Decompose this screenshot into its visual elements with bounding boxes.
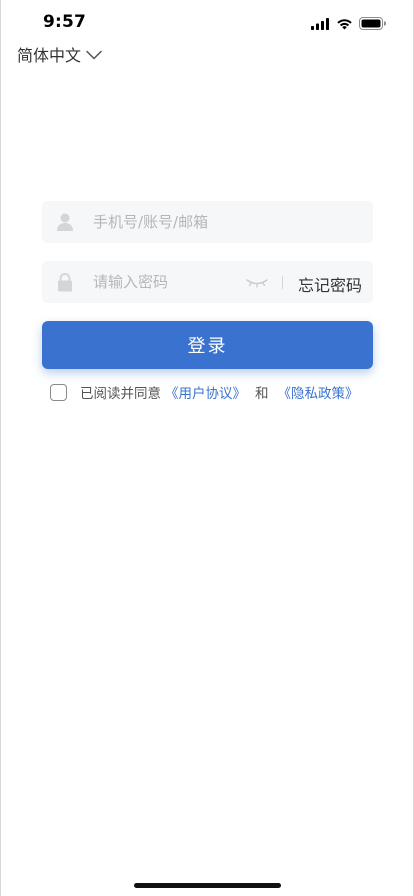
user-agreement-link[interactable]: 《用户协议》 xyxy=(165,382,246,402)
frame-edge-left xyxy=(0,0,1,896)
status-time: 9:57 xyxy=(43,12,87,32)
forgot-password-link[interactable]: 忘记密码 xyxy=(298,272,362,296)
agreement-checkbox[interactable] xyxy=(50,383,67,401)
account-field xyxy=(42,201,373,243)
password-field: 忘记密码 xyxy=(42,261,373,303)
agreement-row: 已阅读并同意 《用户协议》 和 《隐私政策》 xyxy=(50,381,359,403)
eye-closed-icon[interactable] xyxy=(245,273,269,291)
language-label: 简体中文 xyxy=(17,46,82,65)
user-icon xyxy=(55,212,75,232)
chevron-down-icon xyxy=(86,45,102,64)
password-input[interactable] xyxy=(93,261,233,303)
status-icons xyxy=(311,15,387,34)
agreement-and-text: 和 xyxy=(255,386,269,402)
lock-icon xyxy=(55,272,75,292)
privacy-policy-link[interactable]: 《隐私政策》 xyxy=(278,382,359,402)
language-selector[interactable]: 简体中文 xyxy=(17,42,102,66)
login-button[interactable]: 登录 xyxy=(42,321,373,369)
home-indicator[interactable] xyxy=(134,883,281,888)
battery-icon xyxy=(359,15,387,34)
status-bar: 9:57 xyxy=(0,0,414,44)
wifi-icon xyxy=(336,15,353,34)
field-divider xyxy=(282,276,283,289)
account-input[interactable] xyxy=(93,201,363,243)
agreement-prefix: 已阅读并同意 xyxy=(80,386,161,402)
cellular-signal-icon xyxy=(311,15,330,34)
